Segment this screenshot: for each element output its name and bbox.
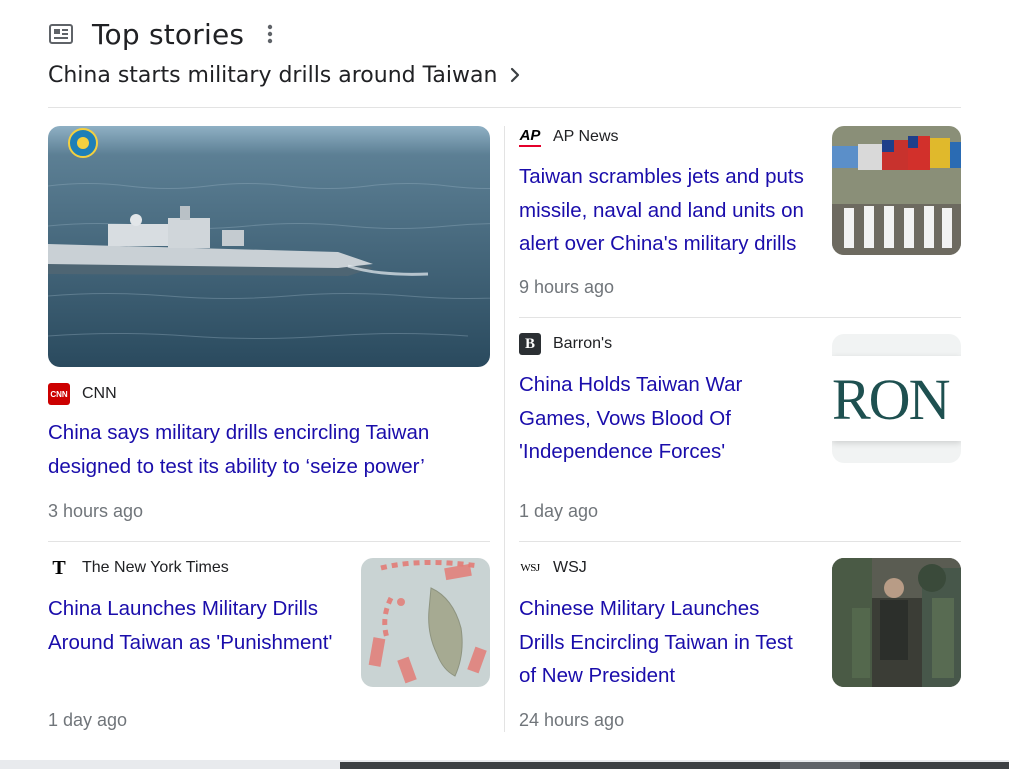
story-time: 1 day ago [48,710,128,730]
story-source: WSJ WSJ [519,557,587,579]
barrons-wordmark: RON [832,367,950,432]
newspaper-icon [48,23,74,45]
source-name: CNN [82,385,117,402]
section-title: Top stories [92,17,245,51]
source-name: The New York Times [82,559,229,576]
story-source: T The New York Times [48,556,229,579]
story-headline[interactable]: China Holds Taiwan War Games, Vows Blood… [519,368,809,469]
source-name: AP News [553,128,619,145]
source-name: WSJ [553,559,587,576]
row-divider [519,541,961,542]
story-headline[interactable]: China Launches Military Drills Around Ta… [48,592,338,659]
more-options-icon[interactable] [266,23,274,45]
ap-logo-icon: AP [519,126,541,148]
story-thumbnail-soldiers[interactable] [832,558,961,687]
source-name: Barron's [553,335,613,352]
wsj-logo-icon: WSJ [520,562,540,574]
chevron-right-icon [509,66,521,84]
story-thumbnail-barrons[interactable]: RON [832,334,961,463]
story-headline[interactable]: Chinese Military Launches Drills Encircl… [519,592,809,693]
bottom-scroll-area [0,760,1009,769]
scrollbar-thumb[interactable] [780,762,860,769]
story-time: 3 hours ago [48,501,144,521]
story-source: CNN CNN [48,383,117,405]
header-divider [48,107,961,108]
barrons-logo-icon: B [519,333,541,355]
topic-label: China starts military drills around Taiw… [48,62,498,88]
story-source: AP AP News [519,126,619,148]
story-thumbnail-warship[interactable] [48,126,490,367]
scrollbar-track[interactable] [340,762,1009,769]
story-source: B Barron's [519,333,612,355]
story-time: 1 day ago [519,501,599,521]
row-divider [519,317,961,318]
story-thumbnail-map[interactable] [361,558,490,687]
story-headline[interactable]: China says military drills encircling Ta… [48,416,488,483]
row-divider [48,541,490,542]
story-thumbnail-flags[interactable] [832,126,961,255]
story-time: 9 hours ago [519,277,615,297]
column-divider [504,126,505,732]
topic-link[interactable]: China starts military drills around Taiw… [48,58,521,92]
story-time: 24 hours ago [519,710,625,730]
top-stories-header: Top stories [48,14,274,54]
nyt-logo-icon: T [52,556,66,579]
story-headline[interactable]: Taiwan scrambles jets and puts missile, … [519,160,809,261]
cnn-logo-icon: CNN [48,383,70,405]
